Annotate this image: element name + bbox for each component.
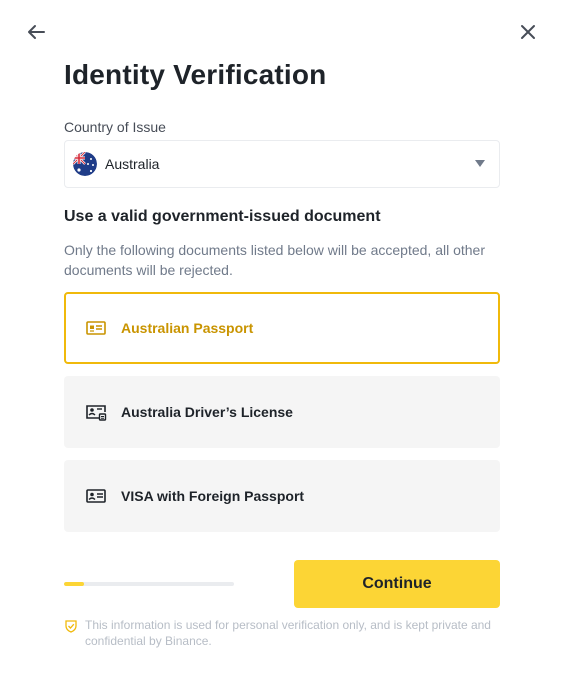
progress-fill (64, 582, 85, 586)
document-option-passport[interactable]: Australian Passport (64, 292, 500, 364)
documents-description: Only the following documents listed belo… (64, 242, 486, 278)
continue-button[interactable]: Continue (294, 560, 500, 608)
progress-bar (64, 582, 234, 586)
document-option-label: Australian Passport (121, 320, 254, 336)
close-button[interactable] (516, 20, 540, 44)
privacy-note: This information is used for personal ve… (64, 617, 504, 649)
driver-license-icon (85, 402, 107, 422)
document-option-label: Australia Driver’s License (121, 404, 293, 420)
country-select[interactable]: Australia (64, 140, 500, 188)
caret-down-icon (475, 160, 485, 167)
document-option-label: VISA with Foreign Passport (121, 488, 305, 504)
back-button[interactable] (24, 20, 48, 44)
document-option-drivers-license[interactable]: Australia Driver’s License (64, 376, 500, 448)
privacy-text: This information is used for personal ve… (85, 618, 491, 648)
country-value: Australia (105, 156, 160, 172)
australia-flag-icon (73, 152, 97, 176)
visa-card-icon (85, 486, 107, 506)
arrow-left-icon (28, 25, 45, 39)
close-icon (521, 25, 535, 39)
documents-title: Use a valid government-issued document (64, 208, 381, 225)
document-option-visa[interactable]: VISA with Foreign Passport (64, 460, 500, 532)
id-card-icon (85, 318, 107, 338)
shield-check-icon (64, 619, 78, 633)
page-title: Identity Verification (64, 59, 327, 90)
country-label: Country of Issue (64, 119, 166, 135)
